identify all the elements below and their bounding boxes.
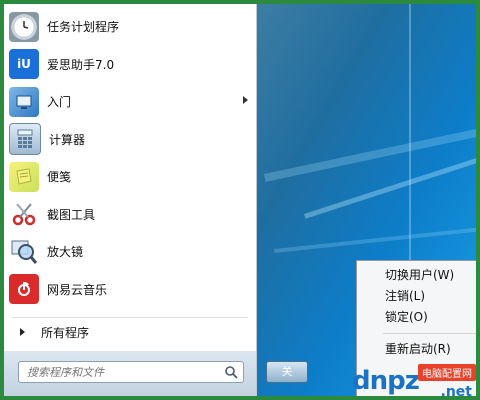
- submenu-arrow-icon[interactable]: [243, 96, 248, 104]
- program-item-label: 爱思助手7.0: [47, 57, 115, 72]
- program-item-calculator[interactable]: 计算器: [4, 121, 256, 159]
- netease-music-icon: [9, 274, 39, 305]
- program-item-label: 截图工具: [47, 207, 96, 222]
- intro-icon: [9, 86, 39, 117]
- magnifier-icon: [9, 237, 39, 267]
- aisi-icon: iU: [9, 49, 39, 80]
- clock-icon: [9, 11, 39, 42]
- calculator-icon: [9, 123, 41, 156]
- program-item-label: 任务计划程序: [47, 20, 120, 35]
- program-item-netease-music[interactable]: 网易云音乐: [4, 271, 256, 309]
- start-menu: 任务计划程序 iU 爱思助手7.0 入门 计算器 便笺 截图工具 放大镜 网易云…: [4, 4, 257, 396]
- program-list: 任务计划程序 iU 爱思助手7.0 入门 计算器 便笺 截图工具 放大镜 网易云…: [4, 8, 256, 308]
- program-item-label: 便笺: [47, 170, 72, 185]
- program-item-label: 入门: [47, 95, 72, 110]
- program-item-label: 放大镜: [47, 245, 84, 260]
- program-item-label: 计算器: [49, 132, 86, 147]
- search-box[interactable]: [18, 361, 244, 383]
- search-input[interactable]: [19, 362, 222, 382]
- search-area: [4, 351, 256, 396]
- program-item-aisi[interactable]: iU 爱思助手7.0: [4, 46, 256, 84]
- divider: [383, 333, 476, 334]
- desktop: 任务计划程序 iU 爱思助手7.0 入门 计算器 便笺 截图工具 放大镜 网易云…: [4, 4, 476, 396]
- watermark-badge: 电脑配置网: [418, 364, 476, 381]
- all-programs-button[interactable]: 所有程序: [4, 319, 256, 345]
- watermark-suffix: .net: [440, 384, 472, 396]
- shutdown-button[interactable]: 关: [266, 361, 308, 383]
- divider: [12, 317, 248, 318]
- watermark-text: dnpz: [352, 366, 420, 396]
- program-item-task-scheduler[interactable]: 任务计划程序: [4, 8, 256, 46]
- program-item-getting-started[interactable]: 入门: [4, 83, 256, 121]
- sticky-notes-icon: [9, 161, 39, 192]
- all-programs-label: 所有程序: [41, 325, 90, 340]
- search-icon[interactable]: [222, 363, 240, 381]
- wallpaper-streak: [274, 223, 476, 253]
- menu-item-restart[interactable]: 重新启动(R): [357, 339, 476, 360]
- menu-item-log-off[interactable]: 注销(L): [357, 286, 476, 307]
- menu-item-switch-user[interactable]: 切换用户(W): [357, 265, 476, 286]
- program-item-magnifier[interactable]: 放大镜: [4, 233, 256, 271]
- watermark-logo: dnpz 电脑配置网 .net: [352, 362, 476, 396]
- program-item-sticky-notes[interactable]: 便笺: [4, 158, 256, 196]
- program-item-snipping-tool[interactable]: 截图工具: [4, 196, 256, 234]
- menu-item-lock[interactable]: 锁定(O): [357, 307, 476, 328]
- wallpaper-streak: [304, 146, 476, 219]
- expand-arrow-icon: [20, 328, 25, 336]
- program-item-label: 网易云音乐: [47, 282, 108, 297]
- scissors-icon: [9, 199, 39, 229]
